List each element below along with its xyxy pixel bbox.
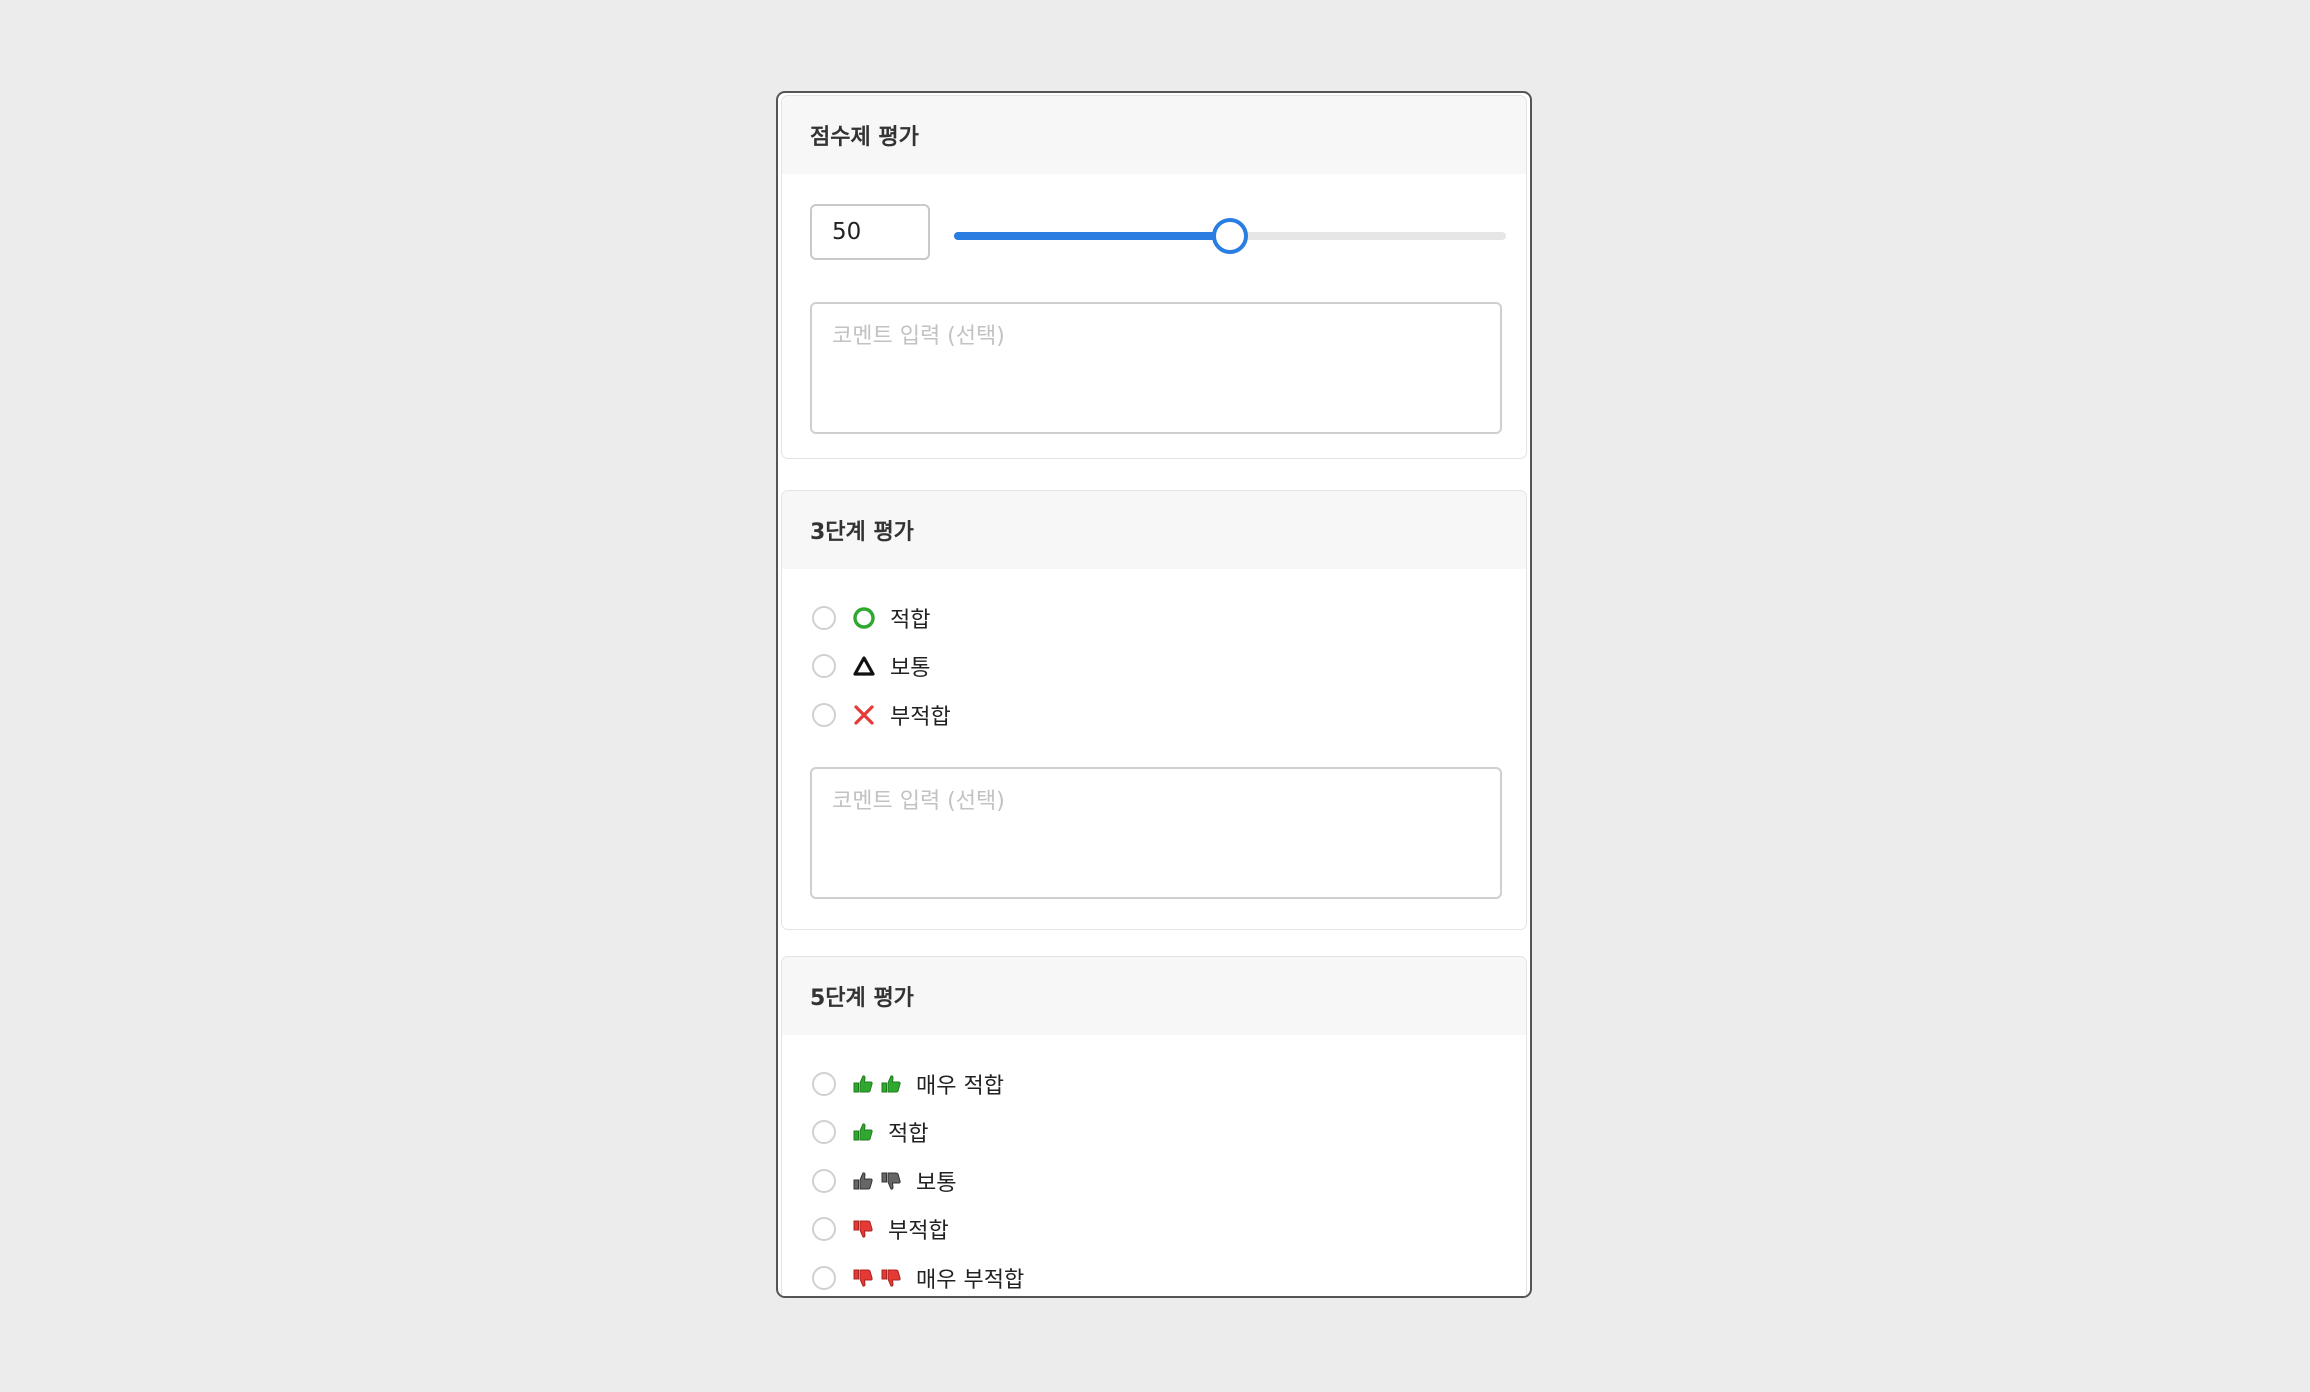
slider-thumb[interactable] xyxy=(1212,218,1248,254)
thumbs-up-icon xyxy=(853,1172,873,1190)
option-label: 보통 xyxy=(916,1171,957,1196)
score-slider[interactable] xyxy=(954,218,1506,254)
thumbs-down-icon xyxy=(881,1269,901,1287)
thumbs-down-icon xyxy=(881,1172,901,1190)
thumbs-down-icon xyxy=(853,1269,873,1287)
five-level-option-suitable[interactable]: 적합 xyxy=(812,1115,928,1149)
circle-icon xyxy=(853,607,875,629)
option-label: 부적합 xyxy=(888,1219,949,1244)
three-level-evaluation-title: 3단계 평가 xyxy=(782,491,1526,569)
x-icon xyxy=(854,705,874,725)
option-label: 보통 xyxy=(890,656,931,681)
three-level-option-normal[interactable]: 보통 xyxy=(812,649,930,683)
thumbs-up-icon xyxy=(881,1075,901,1093)
five-level-option-very-unsuitable[interactable]: 매우 부적합 xyxy=(812,1261,1024,1295)
evaluation-panel: 점수제 평가 3단계 평가 적합 xyxy=(776,91,1532,1298)
option-label: 매우 부적합 xyxy=(916,1268,1025,1293)
triangle-icon xyxy=(853,656,875,676)
option-label: 적합 xyxy=(890,608,931,633)
three-level-evaluation-card: 3단계 평가 적합 보통 부적합 코멘트 입력 (선택) xyxy=(781,490,1527,930)
three-level-option-unsuitable[interactable]: 부적합 xyxy=(812,698,951,732)
slider-fill xyxy=(954,232,1230,240)
thumbs-down-icon xyxy=(853,1220,873,1238)
score-input[interactable] xyxy=(810,204,930,260)
five-level-option-very-suitable[interactable]: 매우 적합 xyxy=(812,1067,1004,1101)
radio-button[interactable] xyxy=(812,1266,836,1290)
option-label: 부적합 xyxy=(890,705,951,730)
thumbs-up-icon xyxy=(853,1123,873,1141)
score-evaluation-title: 점수제 평가 xyxy=(782,96,1526,174)
three-level-comment-input[interactable] xyxy=(810,767,1502,899)
radio-button[interactable] xyxy=(812,606,836,630)
score-comment-input[interactable] xyxy=(810,302,1502,434)
radio-button[interactable] xyxy=(812,1120,836,1144)
five-level-evaluation-title: 5단계 평가 xyxy=(782,957,1526,1035)
option-label: 매우 적합 xyxy=(916,1074,1004,1099)
five-level-option-unsuitable[interactable]: 부적합 xyxy=(812,1212,949,1246)
radio-button[interactable] xyxy=(812,654,836,678)
radio-button[interactable] xyxy=(812,1072,836,1096)
three-level-option-suitable[interactable]: 적합 xyxy=(812,601,930,635)
five-level-evaluation-card: 5단계 평가 매우 적합 적합 보통 부적합 매우 부적합 xyxy=(781,956,1527,1296)
radio-button[interactable] xyxy=(812,1169,836,1193)
score-evaluation-card: 점수제 평가 xyxy=(781,95,1527,459)
option-label: 적합 xyxy=(888,1122,929,1147)
five-level-option-normal[interactable]: 보통 xyxy=(812,1164,956,1198)
radio-button[interactable] xyxy=(812,1217,836,1241)
thumbs-up-icon xyxy=(853,1075,873,1093)
radio-button[interactable] xyxy=(812,703,836,727)
